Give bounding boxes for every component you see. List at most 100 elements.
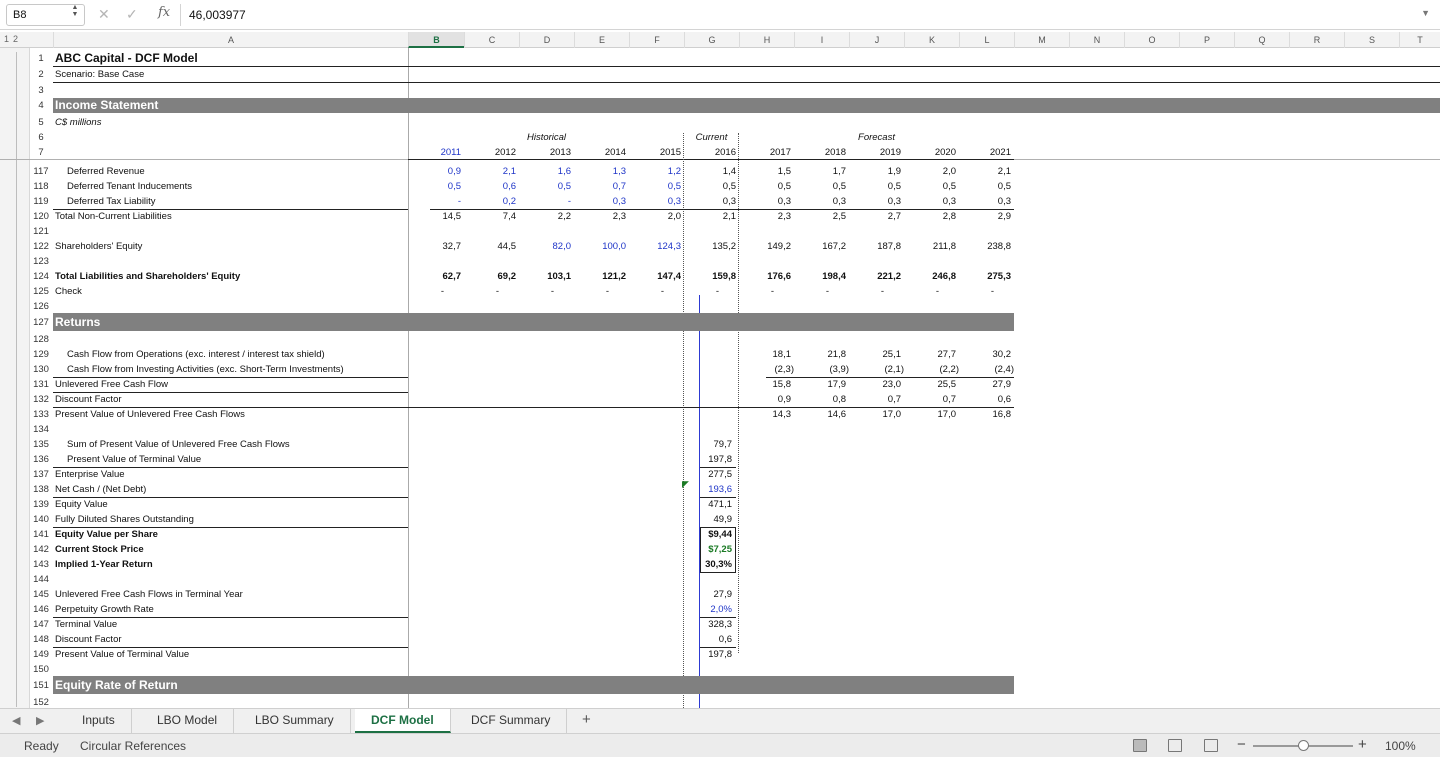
value-cell[interactable]: 69,2 [464, 269, 519, 284]
row-number[interactable]: 127 [30, 315, 52, 330]
value-cell[interactable]: - [464, 284, 519, 299]
column-header-p[interactable]: P [1179, 32, 1234, 48]
value-cell[interactable]: 238,8 [959, 239, 1014, 254]
row-number[interactable]: 137 [30, 467, 52, 482]
value-cell[interactable]: 197,8 [684, 452, 735, 467]
sheet-row[interactable]: 5 C$ millions [0, 115, 1440, 130]
row-label[interactable]: Implied 1-Year Return [53, 557, 153, 572]
year-cell[interactable]: 2016 [684, 145, 739, 160]
sheet-row[interactable]: 119 Deferred Tax Liability - 0,2 - 0,3 0… [0, 194, 1440, 209]
value-cell[interactable]: 121,2 [574, 269, 629, 284]
value-cell[interactable]: - [794, 284, 849, 299]
value-cell[interactable]: 2,3 [739, 209, 794, 224]
value-cell[interactable]: 0,5 [739, 179, 794, 194]
outline-level-2-button[interactable]: 2 [13, 34, 18, 44]
value-cell[interactable]: - [959, 284, 1014, 299]
year-cell[interactable]: 2019 [849, 145, 904, 160]
value-cell[interactable]: 193,6 [684, 482, 735, 497]
value-cell[interactable]: 147,4 [629, 269, 684, 284]
value-cell[interactable]: (2,3) [739, 362, 794, 377]
status-circular-references[interactable]: Circular References [80, 739, 186, 753]
sheet-row[interactable]: 129 Cash Flow from Operations (exc. inte… [0, 347, 1440, 362]
row-number[interactable]: 142 [30, 542, 52, 557]
row-label[interactable]: Equity Value per Share [53, 527, 158, 542]
row-label[interactable]: Discount Factor [53, 632, 122, 647]
value-cell[interactable]: 14,5 [408, 209, 464, 224]
column-header-a[interactable]: A [53, 32, 408, 48]
column-header-d[interactable]: D [519, 32, 574, 48]
row-number[interactable]: 122 [30, 239, 52, 254]
section-returns[interactable]: Returns [53, 315, 100, 330]
value-cell[interactable]: 17,0 [849, 407, 904, 422]
sheet-row[interactable]: 126 [0, 299, 1440, 314]
value-cell[interactable]: - [408, 284, 464, 299]
value-cell[interactable]: 15,8 [739, 377, 794, 392]
value-cell[interactable]: (2,2) [904, 362, 959, 377]
row-number[interactable]: 118 [30, 179, 52, 194]
row-number[interactable]: 144 [30, 572, 52, 587]
row-label[interactable]: Present Value of Terminal Value [53, 647, 189, 662]
sheet-row[interactable]: 141 Equity Value per Share $9,44 [0, 527, 1440, 542]
row-number[interactable]: 2 [30, 67, 52, 82]
value-cell[interactable]: 1,6 [519, 164, 574, 179]
value-cell[interactable]: 0,7 [849, 392, 904, 407]
column-header-e[interactable]: E [574, 32, 629, 48]
column-header-o[interactable]: O [1124, 32, 1179, 48]
value-cell[interactable]: 135,2 [684, 239, 739, 254]
scenario-label[interactable]: Scenario: Base Case [53, 67, 144, 82]
error-indicator-icon[interactable]: ◤ [682, 477, 689, 492]
value-cell[interactable]: 2,2 [519, 209, 574, 224]
row-number[interactable]: 146 [30, 602, 52, 617]
tab-dcf-summary[interactable]: DCF Summary [455, 709, 568, 733]
row-number[interactable]: 143 [30, 557, 52, 572]
zoom-in-icon[interactable]: + [1358, 736, 1367, 753]
row-number[interactable]: 149 [30, 647, 52, 662]
sheet-row[interactable]: 2 Scenario: Base Case [0, 67, 1440, 82]
sheet-row[interactable]: 146 Perpetuity Growth Rate 2,0% [0, 602, 1440, 617]
value-cell[interactable]: 0,3 [959, 194, 1014, 209]
value-cell[interactable]: 0,6 [684, 632, 735, 647]
row-label[interactable]: Net Cash / (Net Debt) [53, 482, 146, 497]
value-cell[interactable]: 0,3 [904, 194, 959, 209]
row-label[interactable]: Total Liabilities and Shareholders' Equi… [53, 269, 240, 284]
value-cell[interactable]: 0,5 [904, 179, 959, 194]
column-header-k[interactable]: K [904, 32, 959, 48]
value-cell[interactable]: - [739, 284, 794, 299]
row-label[interactable]: Total Non-Current Liabilities [53, 209, 172, 224]
worksheet-grid[interactable]: 1 ABC Capital - DCF Model 2 Scenario: Ba… [0, 48, 1440, 708]
row-number[interactable]: 4 [30, 98, 52, 113]
sheet-row[interactable]: 148 Discount Factor 0,6 [0, 632, 1440, 647]
value-cell[interactable]: 30,2 [959, 347, 1014, 362]
sheet-row[interactable]: 142 Current Stock Price $7,25 [0, 542, 1440, 557]
sheet-row[interactable]: 140 Fully Diluted Shares Outstanding 49,… [0, 512, 1440, 527]
value-cell[interactable]: 1,7 [794, 164, 849, 179]
value-cell[interactable]: 1,5 [739, 164, 794, 179]
sheet-row[interactable]: 117 Deferred Revenue 0,9 2,1 1,6 1,3 1,2… [0, 164, 1440, 179]
sheet-row[interactable]: 130 Cash Flow from Investing Activities … [0, 362, 1440, 377]
confirm-icon[interactable]: ✓ [126, 6, 138, 23]
outline-level-1-button[interactable]: 1 [4, 34, 9, 44]
value-cell[interactable]: 103,1 [519, 269, 574, 284]
value-cell[interactable]: 2,1 [959, 164, 1014, 179]
section-income-statement[interactable]: Income Statement [53, 98, 158, 113]
value-cell[interactable]: 27,9 [959, 377, 1014, 392]
sheet-row[interactable]: 6 Historical Current Forecast [0, 130, 1440, 145]
sheet-row[interactable]: 147 Terminal Value 328,3 [0, 617, 1440, 632]
expand-formula-bar-icon[interactable]: ▼ [1421, 8, 1430, 18]
value-cell[interactable]: 0,5 [959, 179, 1014, 194]
value-cell[interactable]: 2,7 [849, 209, 904, 224]
value-cell[interactable]: - [849, 284, 904, 299]
value-cell[interactable]: 82,0 [519, 239, 574, 254]
value-cell[interactable]: 0,3 [849, 194, 904, 209]
tab-dcf-model[interactable]: DCF Model [355, 709, 451, 733]
value-cell[interactable]: 25,1 [849, 347, 904, 362]
value-cell[interactable]: (2,1) [849, 362, 904, 377]
year-cell[interactable]: 2013 [519, 145, 574, 160]
tab-inputs[interactable]: Inputs [66, 709, 132, 733]
section-equity-rate-of-return[interactable]: Equity Rate of Return [53, 678, 178, 693]
row-number[interactable]: 123 [30, 254, 52, 269]
value-cell[interactable]: 0,7 [904, 392, 959, 407]
formula-input[interactable]: 46,003977 [180, 4, 1410, 26]
value-cell[interactable]: 14,6 [794, 407, 849, 422]
row-number[interactable]: 126 [30, 299, 52, 314]
